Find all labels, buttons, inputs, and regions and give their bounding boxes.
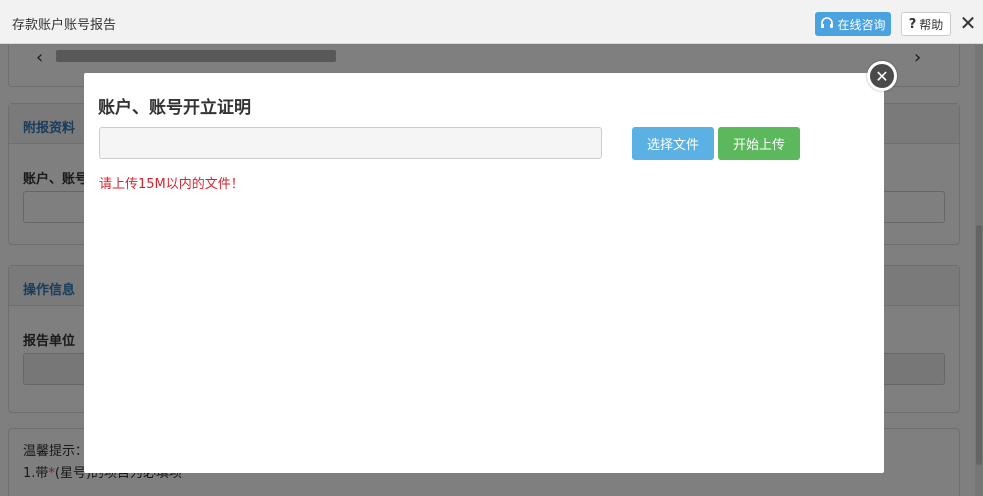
online-consult-button[interactable]: 在线咨询: [815, 12, 891, 36]
dialog-close-button[interactable]: ✕: [867, 61, 897, 91]
start-upload-button[interactable]: 开始上传: [718, 127, 800, 160]
window-title: 存款账户账号报告: [12, 18, 117, 33]
upload-dialog: 账户、账号开立证明 选择文件 开始上传 请上传15M以内的文件！: [84, 73, 884, 473]
close-icon: ✕: [959, 11, 977, 35]
headset-icon: [821, 17, 834, 28]
window-titlebar: 存款账户账号报告 在线咨询 ? 帮助 ✕: [0, 0, 983, 44]
file-path-input[interactable]: [99, 127, 602, 159]
help-button[interactable]: ? 帮助: [901, 12, 951, 36]
help-label: 帮助: [919, 17, 944, 32]
file-size-warning: 请上传15M以内的文件！: [99, 177, 244, 192]
select-file-button[interactable]: 选择文件: [632, 127, 714, 160]
window-close-button[interactable]: ✕: [958, 12, 978, 36]
dialog-title: 账户、账号开立证明: [98, 98, 251, 118]
online-consult-label: 在线咨询: [837, 17, 886, 32]
question-icon: ?: [908, 16, 917, 32]
close-icon: ✕: [875, 66, 889, 86]
